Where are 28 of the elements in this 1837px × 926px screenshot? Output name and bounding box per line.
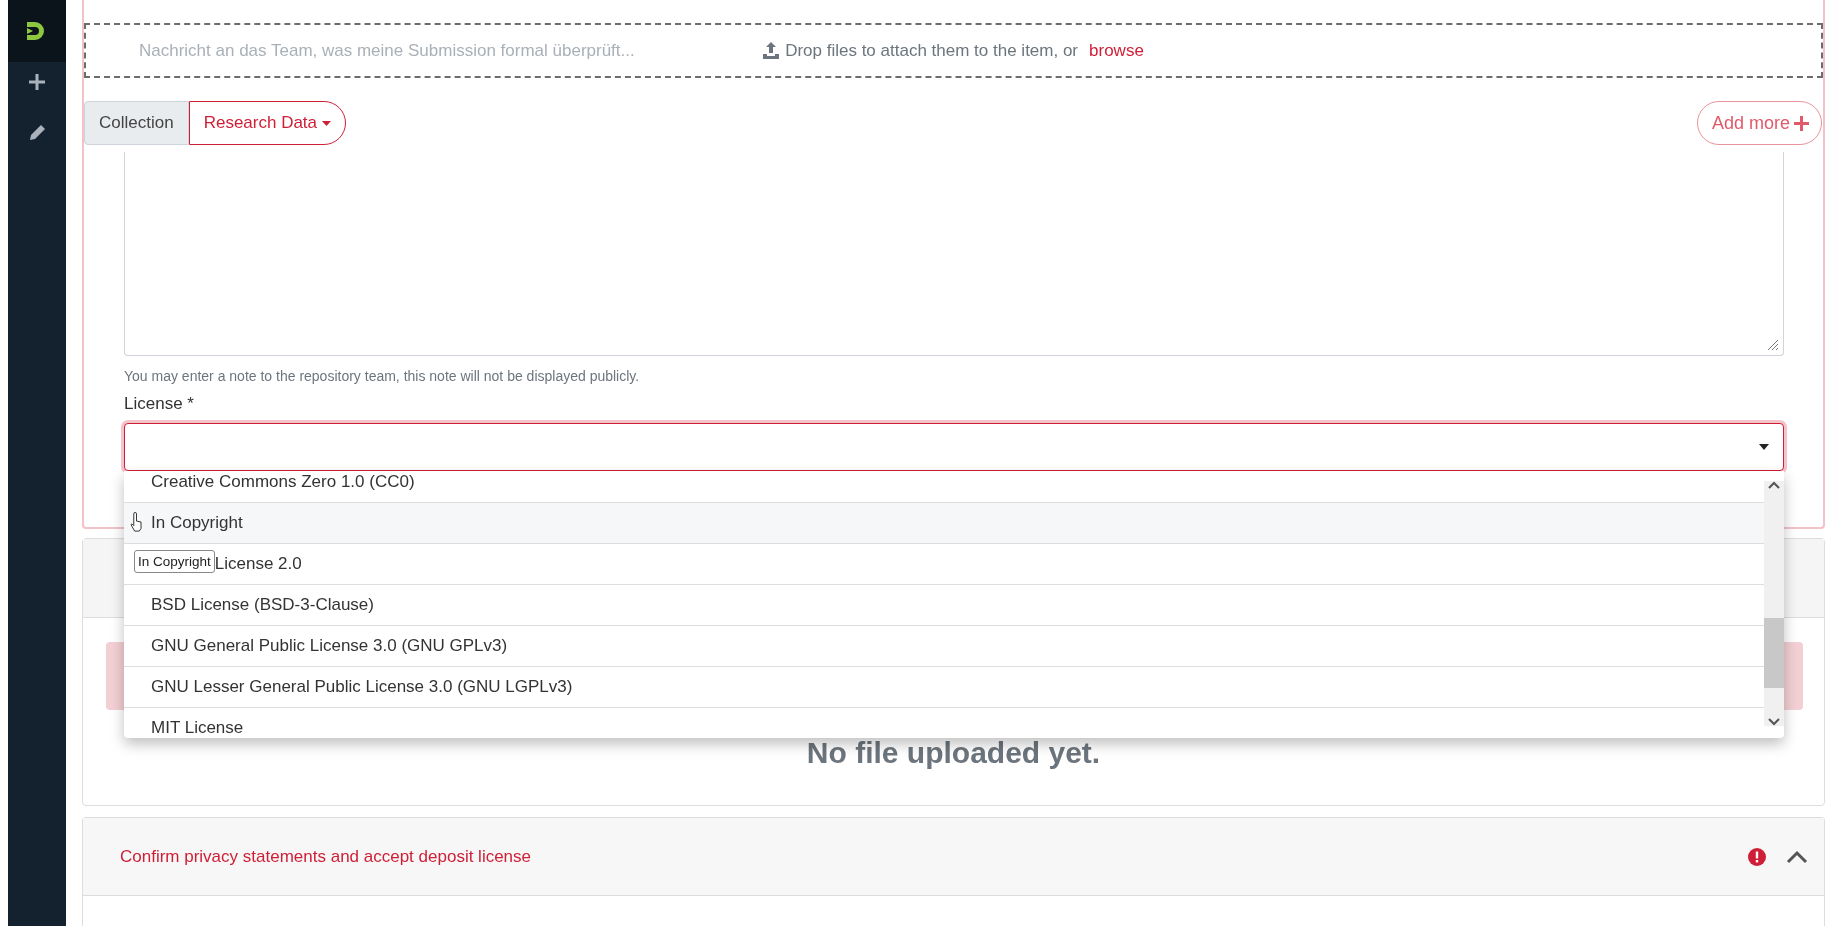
license-label: License * — [124, 394, 194, 414]
collection-label: Collection — [84, 101, 189, 145]
dropdown-option[interactable]: GNU General Public License 3.0 (GNU GPLv3) — [124, 626, 1764, 667]
dropdown-option[interactable]: In Copyright — [124, 503, 1764, 544]
plus-icon[interactable] — [29, 74, 45, 90]
upload-icon — [763, 42, 780, 59]
pencil-icon[interactable] — [28, 123, 46, 141]
dropdown-option[interactable]: BSD License (BSD-3-Clause) — [124, 585, 1764, 626]
dropdown-option[interactable]: In Copyright License 2.0 — [124, 544, 1764, 585]
plus-icon — [1794, 115, 1809, 131]
caret-icon — [322, 120, 332, 126]
license-select[interactable] — [124, 423, 1784, 471]
add-more-button[interactable]: Add more — [1696, 101, 1822, 145]
note-hint: You may enter a note to the repository team, this note will not be displayed publicly. — [124, 368, 640, 384]
section-title: Confirm privacy statements and accept deposit license — [120, 846, 532, 867]
caret-icon — [1759, 444, 1769, 450]
empty-message: No file uploaded yet. — [805, 736, 1102, 770]
chevron-up-icon[interactable] — [1786, 849, 1808, 864]
browse-link[interactable]: browse — [1089, 40, 1144, 61]
tooltip: In Copyright — [134, 549, 215, 573]
resize-handle-icon[interactable] — [1767, 339, 1779, 351]
message-placeholder: Nachricht an das Team, was meine Submission formal überprüft... — [138, 40, 636, 61]
file-dropzone[interactable]: Nachricht an das Team, was meine Submission formal überprüft... Drop files to attach them to the item, or browse — [84, 23, 1823, 78]
dropzone-text: Drop files to attach them to the item, or — [785, 40, 1079, 61]
collection-dropdown[interactable]: Research Data — [188, 101, 347, 145]
section-header[interactable]: Confirm privacy statements and accept deposit license — [83, 818, 1824, 896]
hand-cursor-icon — [130, 512, 143, 532]
dropdown-option[interactable]: GNU Lesser General Public License 3.0 (GNU LGPLv3) — [124, 667, 1764, 708]
